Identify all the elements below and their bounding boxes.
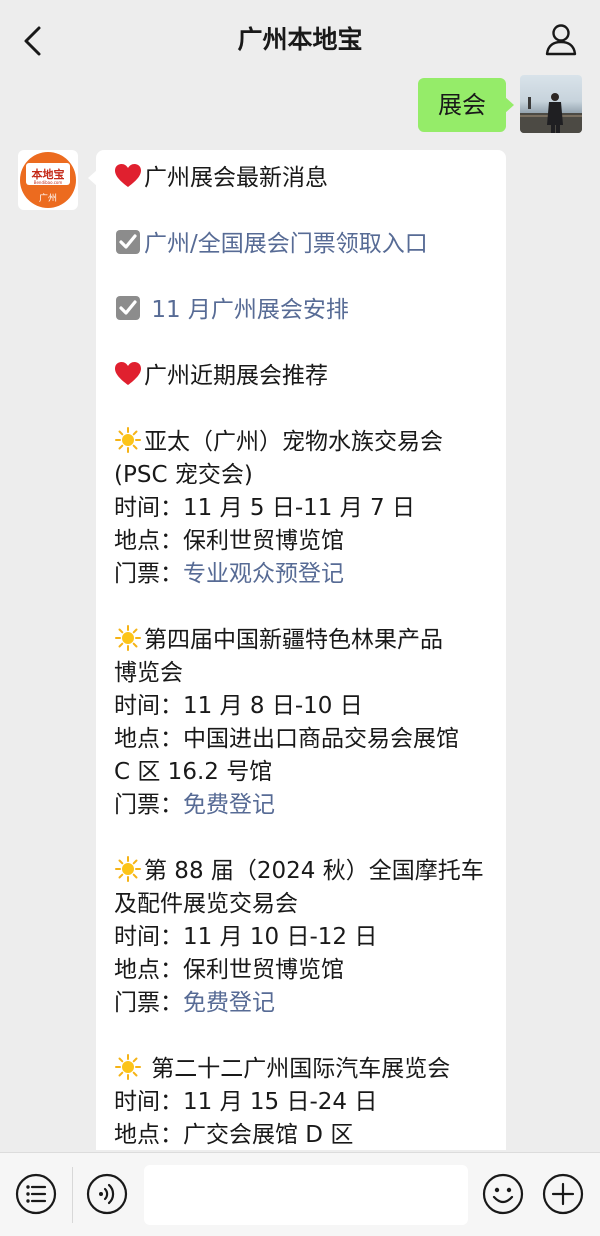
official-account-avatar[interactable]: 本地宝 Bendibao.com 广州: [18, 150, 78, 210]
event-title: 亚太（广州）宠物水族交易会: [114, 426, 490, 459]
event-ticket: 门票：免费登记: [114, 990, 275, 1016]
event-place: 地点：保利世贸博览馆: [114, 528, 344, 554]
top-bar: 广州本地宝: [0, 0, 600, 80]
incoming-message[interactable]: 广州展会最新消息 广州/全国展会门票领取入口 11 月广州展会安排 广州近期展会…: [88, 150, 506, 1150]
message-input[interactable]: [144, 1165, 468, 1225]
person-icon[interactable]: [544, 22, 578, 56]
ticket-link[interactable]: 专业观众预登记: [183, 561, 344, 587]
sun-icon: [115, 427, 141, 453]
voice-icon[interactable]: [86, 1173, 128, 1215]
event-ticket: 门票：专业观众预登记: [114, 561, 344, 587]
event-time: 时间：11 月 10 日-12 日: [114, 924, 378, 950]
sun-icon: [115, 856, 141, 882]
event-time: 时间：11 月 15 日-24 日: [114, 1089, 378, 1115]
event-time: 时间：11 月 5 日-11 月 7 日: [114, 495, 415, 521]
event-place: 地点：中国进出口商品交易会展馆: [114, 726, 459, 752]
red-heart-icon: [115, 362, 141, 385]
heading-recommend: 广州近期展会推荐: [114, 360, 490, 393]
event-time: 时间：11 月 8 日-10 日: [114, 693, 363, 719]
event-place-cont: C 区 16.2 号馆: [114, 759, 273, 785]
svg-text:Bendibao.com: Bendibao.com: [34, 180, 63, 185]
plus-icon[interactable]: [542, 1173, 584, 1215]
event-card: 亚太（广州）宠物水族交易会 (PSC 宠交会) 时间：11 月 5 日-11 月…: [114, 426, 490, 591]
event-card: 第二十二广州国际汽车展览会 时间：11 月 15 日-24 日 地点：广交会展馆…: [114, 1053, 490, 1150]
svg-text:本地宝: 本地宝: [32, 167, 65, 181]
event-place: 地点：广交会展馆 D 区: [114, 1122, 354, 1148]
red-heart-icon: [115, 164, 141, 187]
event-card: 第 88 届（2024 秋）全国摩托车 及配件展览交易会 时间：11 月 10 …: [114, 855, 490, 1020]
heading-latest: 广州展会最新消息: [114, 162, 490, 195]
page-title: 广州本地宝: [237, 25, 363, 54]
menu-icon[interactable]: [15, 1173, 57, 1215]
bottom-input-bar: [0, 1152, 600, 1236]
link-november-schedule[interactable]: 11 月广州展会安排: [114, 294, 490, 327]
event-title-cont: 博览会: [114, 660, 183, 686]
link-tickets-entry[interactable]: 广州/全国展会门票领取入口: [114, 228, 490, 261]
sun-icon: [115, 625, 141, 651]
event-title: 第 88 届（2024 秋）全国摩托车: [114, 855, 490, 888]
sun-icon: [115, 1054, 141, 1080]
chat-area[interactable]: 展会 本地宝 Bendibao.com 广州 广州展会最新消息 广州/全国展会门…: [0, 70, 600, 1150]
event-place: 地点：保利世贸博览馆: [114, 957, 344, 983]
event-title: 第四届中国新疆特色林果产品: [114, 624, 490, 657]
event-ticket: 门票：免费登记: [114, 792, 275, 818]
event-title-cont: 及配件展览交易会: [114, 891, 298, 917]
outgoing-message[interactable]: 展会: [418, 78, 514, 132]
avatar[interactable]: [520, 75, 582, 133]
ticket-link[interactable]: 免费登记: [183, 990, 275, 1016]
check-box-icon: [116, 230, 140, 254]
divider: [72, 1167, 73, 1223]
svg-text:广州: 广州: [39, 192, 57, 204]
event-title-cont: (PSC 宠交会): [114, 462, 253, 488]
event-title: 第二十二广州国际汽车展览会: [114, 1053, 490, 1086]
check-box-icon: [116, 296, 140, 320]
emoji-icon[interactable]: [482, 1173, 524, 1215]
event-card: 第四届中国新疆特色林果产品 博览会 时间：11 月 8 日-10 日 地点：中国…: [114, 624, 490, 822]
avatar-photo: [520, 93, 582, 133]
ticket-link[interactable]: 免费登记: [183, 792, 275, 818]
outgoing-message-text: 展会: [438, 91, 486, 119]
bendibao-logo: 本地宝 Bendibao.com 广州: [20, 152, 76, 208]
